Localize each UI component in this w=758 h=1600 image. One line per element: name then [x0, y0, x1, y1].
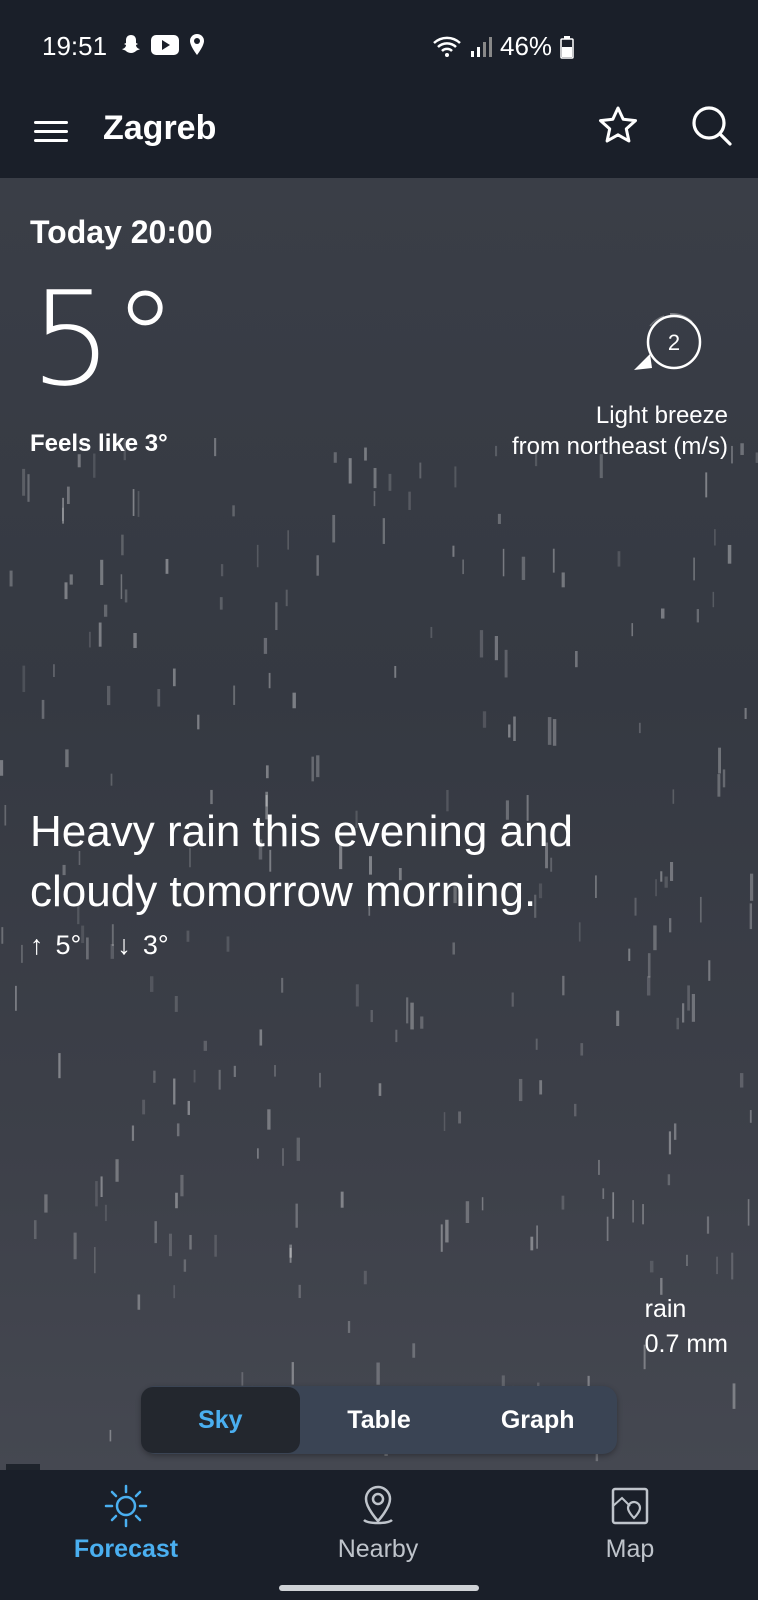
tab-sky[interactable]: Sky [141, 1387, 300, 1453]
nav-map-label: Map [605, 1535, 655, 1563]
arrow-up-icon: ↑ [30, 930, 44, 960]
wifi-icon [433, 36, 461, 57]
home-indicator[interactable] [279, 1585, 479, 1591]
map-icon [611, 1487, 649, 1525]
status-icons-right: 46% [432, 31, 574, 62]
search-icon[interactable] [690, 104, 734, 148]
snapchat-notification-icon [122, 35, 140, 53]
wind-description: Light breeze from northeast (m/s) [512, 400, 728, 462]
nav-forecast[interactable]: Forecast [36, 1484, 216, 1564]
menu-icon [34, 121, 68, 124]
youtube-notification-icon [151, 35, 179, 55]
location-pin-icon [363, 1485, 393, 1525]
menu-button[interactable] [34, 115, 70, 151]
nav-nearby-label: Nearby [337, 1535, 419, 1563]
forecast-time-label: Today 20:00 [30, 214, 213, 250]
wind-direction-icon[interactable]: 2 [630, 308, 710, 378]
precipitation-label: rain [644, 1295, 687, 1323]
precipitation-amount: 0.7 mm [644, 1330, 728, 1358]
wind-strength: Light breeze [595, 402, 728, 429]
low-temp: ↓ 3° [117, 930, 169, 960]
high-temp: ↑ 5° [30, 930, 82, 960]
feels-like: Feels like 3° [30, 430, 168, 457]
battery-percent: 46% [500, 31, 553, 61]
arrow-down-icon: ↓ [117, 930, 131, 960]
tab-graph[interactable]: Graph [458, 1387, 617, 1453]
view-switcher: Sky Table Graph [141, 1386, 617, 1454]
wind-speed-value: 2 [668, 330, 680, 355]
nav-nearby[interactable]: Nearby [288, 1484, 468, 1564]
favorite-star-icon[interactable] [596, 104, 640, 148]
current-temperature: 5° [30, 263, 178, 415]
nav-map[interactable]: Map [540, 1484, 720, 1564]
wind-direction: from northeast (m/s) [511, 433, 728, 460]
sun-icon [104, 1484, 148, 1528]
location-notification-icon [190, 34, 204, 55]
nav-forecast-label: Forecast [73, 1535, 179, 1563]
location-title: Zagreb [103, 109, 217, 147]
weather-summary: Heavy rain this evening and cloudy tomor… [30, 807, 573, 916]
signal-icon [471, 36, 492, 57]
sky-view: Today 20:00 5° Feels like 3° 2 Light bre… [0, 178, 758, 1470]
bottom-navigation: Forecast Nearby Map [0, 1470, 758, 1600]
precipitation-info: rain 0.7 mm [645, 1292, 728, 1362]
high-low: ↑ 5° ↓ 3° [30, 930, 169, 961]
tab-table[interactable]: Table [300, 1387, 459, 1453]
app-bar: Zagreb [0, 92, 758, 178]
status-bar: 19:51 46% [0, 0, 758, 92]
status-time: 19:51 [42, 31, 108, 61]
battery-icon [560, 35, 574, 59]
status-icons-left [120, 33, 206, 57]
